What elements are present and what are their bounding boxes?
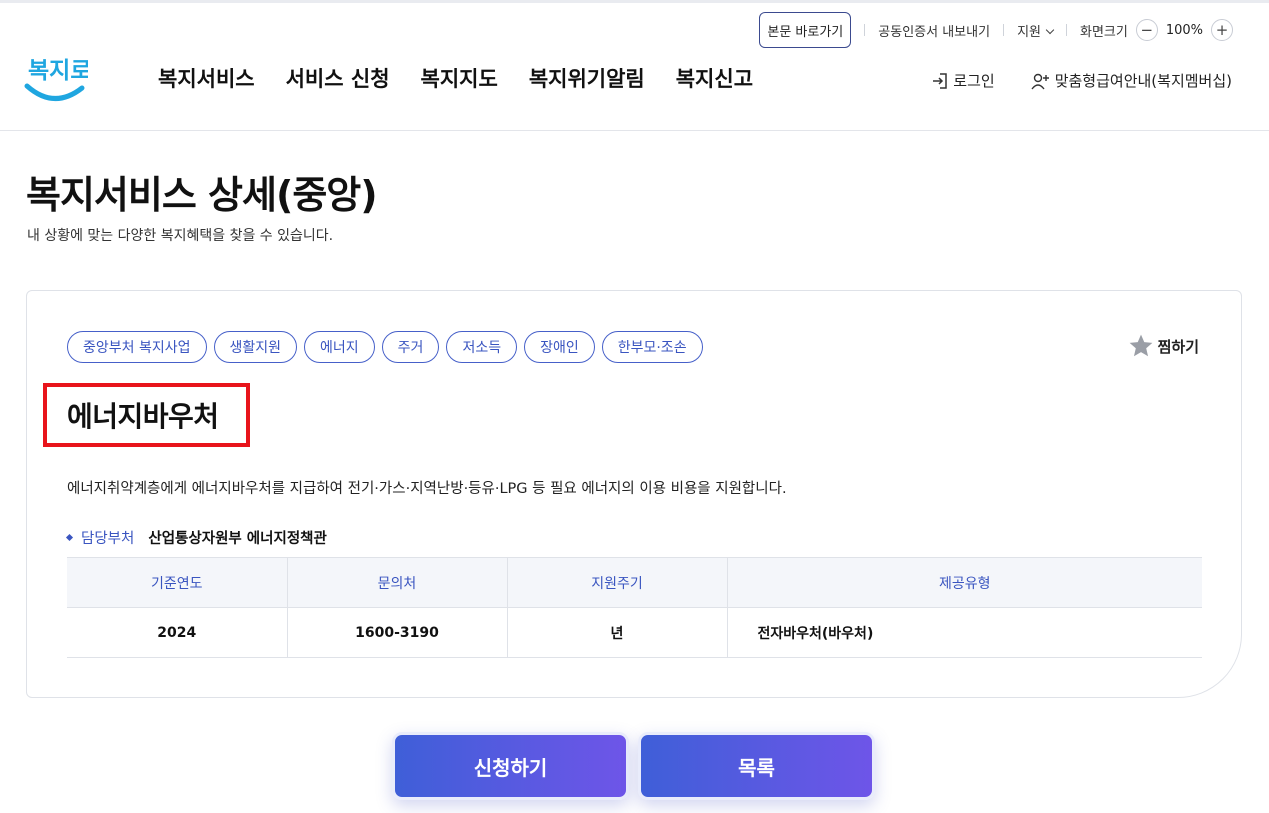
support-menu-label: 지원: [1017, 24, 1041, 40]
svg-text:복지로: 복지로: [28, 58, 88, 84]
table-row: 2024 1600-3190 년 전자바우처(바우처): [67, 607, 1202, 658]
service-info-table: 기준연도 문의처 지원주기 제공유형 2024 1600-3190 년 전자바우…: [67, 557, 1202, 658]
divider: [1065, 24, 1067, 36]
login-label: 로그인: [953, 72, 995, 90]
apply-button[interactable]: 신청하기: [392, 732, 629, 800]
tag-chip[interactable]: 생활지원: [213, 331, 298, 363]
tag-chip[interactable]: 주거: [381, 331, 440, 363]
favorite-button[interactable]: 찜하기: [1128, 333, 1199, 359]
service-name: 에너지바우처: [67, 400, 219, 433]
login-link[interactable]: 로그인: [931, 70, 995, 91]
header-divider: [0, 130, 1269, 131]
page-title: 복지서비스 상세(중앙): [26, 173, 378, 217]
page-description: 내 상황에 맞는 다양한 복지혜택을 찾을 수 있습니다.: [27, 228, 334, 244]
tag-list: 중앙부처 복지사업 생활지원 에너지 주거 저소득 장애인 한부모·조손: [67, 331, 703, 363]
table-cell-year: 2024: [67, 607, 288, 658]
tag-chip[interactable]: 에너지: [304, 331, 375, 363]
cert-export-link[interactable]: 공동인증서 내보내기: [878, 21, 990, 40]
table-header: 제공유형: [727, 557, 1202, 608]
main-nav: 복지서비스 서비스 신청 복지지도 복지위기알림 복지신고: [158, 63, 753, 93]
table-cell-contact: 1600-3190: [287, 607, 508, 658]
zoom-out-button[interactable]: −: [1135, 19, 1158, 41]
table-header: 지원주기: [507, 557, 728, 608]
divider: [864, 24, 866, 36]
table-header-row: 기준연도 문의처 지원주기 제공유형: [67, 557, 1202, 608]
tag-chip[interactable]: 중앙부처 복지사업: [67, 331, 207, 363]
site-logo[interactable]: 복지로: [24, 48, 91, 104]
department-value: 산업통상자원부 에너지정책관: [148, 531, 327, 547]
nav-welfare-service[interactable]: 복지서비스: [158, 63, 255, 93]
service-summary: 에너지취약계층에게 에너지바우처를 지급하여 전기·가스·지역난방·등유·LPG…: [67, 481, 787, 497]
table-cell-cycle: 년: [507, 607, 728, 658]
membership-label: 맞춤형급여안내(복지멤버십): [1054, 72, 1232, 90]
table-header: 기준연도: [67, 557, 288, 608]
tag-chip[interactable]: 장애인: [524, 331, 595, 363]
nav-service-apply[interactable]: 서비스 신청: [286, 63, 390, 93]
star-icon: [1129, 334, 1152, 357]
department-label: 담당부처: [81, 531, 135, 547]
support-menu[interactable]: 지원: [1017, 21, 1055, 40]
logo-mark-icon: 복지로: [24, 58, 91, 101]
action-buttons: 신청하기 목록: [392, 732, 875, 800]
department-row: 담당부처 산업통상자원부 에너지정책관: [65, 527, 327, 548]
zoom-label: 화면크기: [1079, 24, 1128, 40]
tag-chip[interactable]: 저소득: [446, 331, 518, 363]
bullet-icon: [65, 533, 74, 542]
user-add-icon: [1031, 73, 1049, 89]
chevron-down-icon: [1045, 25, 1055, 34]
favorite-label: 찜하기: [1157, 337, 1199, 356]
nav-welfare-map[interactable]: 복지지도: [421, 63, 498, 93]
nav-crisis-alert[interactable]: 복지위기알림: [529, 63, 645, 93]
table-cell-type: 전자바우처(바우처): [727, 607, 1202, 658]
list-button[interactable]: 목록: [638, 732, 875, 800]
zoom-value: 100%: [1165, 22, 1203, 38]
account-links: 로그인 맞춤형급여안내(복지멤버십): [931, 70, 1232, 91]
table-header: 문의처: [287, 557, 508, 608]
membership-link[interactable]: 맞춤형급여안내(복지멤버십): [1031, 70, 1232, 91]
tag-chip[interactable]: 한부모·조손: [601, 331, 703, 363]
zoom-in-button[interactable]: +: [1211, 19, 1233, 41]
login-icon: [933, 72, 948, 89]
utility-bar: 본문 바로가기 공동인증서 내보내기 지원 화면크기 − 100% +: [759, 12, 1241, 48]
top-border: [0, 0, 1269, 3]
skip-to-content-link[interactable]: 본문 바로가기: [759, 12, 852, 48]
service-detail-card: 중앙부처 복지사업 생활지원 에너지 주거 저소득 장애인 한부모·조손 찜하기…: [26, 290, 1242, 698]
divider: [1003, 24, 1005, 36]
nav-welfare-report[interactable]: 복지신고: [676, 63, 753, 93]
